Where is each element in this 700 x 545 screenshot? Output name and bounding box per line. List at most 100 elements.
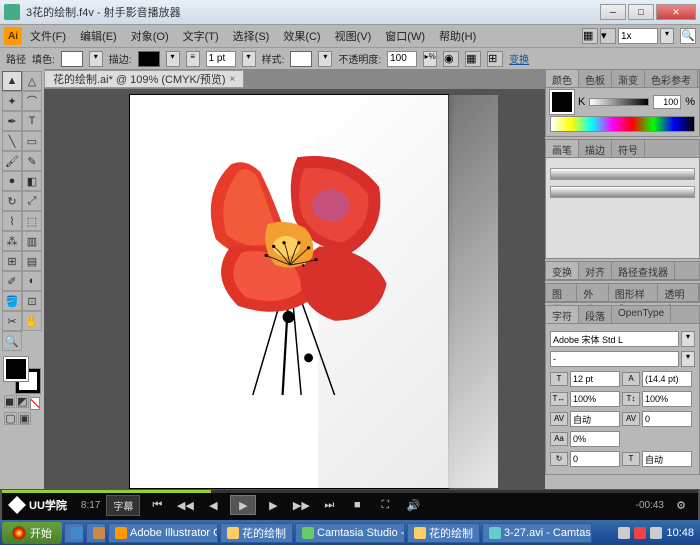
fill-dropdown[interactable]: ▾ — [89, 51, 103, 67]
close-button[interactable]: ✕ — [656, 4, 696, 20]
font-style-input[interactable] — [550, 351, 679, 367]
stroke-weight-input[interactable] — [206, 51, 236, 67]
magic-wand-tool[interactable]: ✦ — [2, 91, 22, 111]
fill-color-swatch[interactable] — [4, 357, 28, 381]
color-mode-icon[interactable]: ◼ — [4, 395, 15, 408]
rewind-button[interactable]: ◀◀ — [174, 496, 196, 514]
tab-transform[interactable]: 变换 — [546, 262, 579, 279]
hscale-input[interactable] — [570, 391, 620, 407]
kerning-input[interactable] — [570, 411, 620, 427]
font-family-input[interactable] — [550, 331, 679, 347]
blob-brush-tool[interactable]: ● — [2, 171, 22, 191]
fullscreen-button[interactable]: ⛶ — [374, 496, 396, 514]
progress-track[interactable] — [2, 490, 698, 493]
tab-opentype[interactable]: OpenType — [612, 306, 671, 323]
tab-color[interactable]: 颜色 — [546, 70, 579, 87]
slice-tool[interactable]: ✂ — [2, 311, 22, 331]
k-slider[interactable] — [589, 98, 649, 106]
free-transform-tool[interactable]: ⬚ — [22, 211, 42, 231]
full-screen-icon[interactable]: ▣ — [18, 412, 31, 425]
symbol-sprayer-tool[interactable]: ⁂ — [2, 231, 22, 251]
style-dropdown2[interactable]: ▾ — [681, 351, 695, 367]
hand-tool[interactable]: ✋ — [22, 311, 42, 331]
rectangle-tool[interactable]: ▭ — [22, 131, 42, 151]
paintbrush-tool[interactable]: 🖌 — [2, 151, 22, 171]
next-button[interactable]: ⏭ — [318, 496, 340, 514]
none-mode-icon[interactable] — [30, 397, 40, 410]
type-tool[interactable]: T — [22, 111, 42, 131]
mesh-tool[interactable]: ⊞ — [2, 251, 22, 271]
k-value-input[interactable] — [653, 95, 681, 109]
play-button[interactable]: ▶ — [230, 495, 256, 515]
gradient-tool[interactable]: ▤ — [22, 251, 42, 271]
tray-icon-3[interactable] — [650, 527, 662, 539]
tab-layers[interactable]: 图层 — [546, 284, 577, 301]
tab-graphic-styles[interactable]: 图形样式 — [609, 284, 659, 301]
menu-file[interactable]: 文件(F) — [24, 26, 72, 46]
taskbar-item-folder1[interactable]: 花的绘制 — [220, 523, 293, 543]
style-swatch[interactable] — [290, 51, 312, 67]
baseline-input[interactable] — [570, 431, 620, 447]
style-dropdown[interactable]: ▾ — [318, 51, 332, 67]
menu-edit[interactable]: 编辑(E) — [74, 26, 123, 46]
tab-symbol[interactable]: 符号 — [612, 140, 645, 157]
crop-tool[interactable]: ⊡ — [22, 291, 42, 311]
rotate-tool[interactable]: ↻ — [2, 191, 22, 211]
close-tab-icon[interactable]: × — [230, 74, 236, 85]
subtitle-button[interactable]: 字幕 — [106, 495, 140, 516]
vscale-input[interactable] — [642, 391, 692, 407]
bridge-icon[interactable]: ▦ — [582, 28, 598, 44]
brush-preview-2[interactable] — [550, 186, 695, 198]
tracking-input[interactable] — [642, 411, 692, 427]
canvas-area[interactable]: 花的绘制.ai* @ 109% (CMYK/预览) × — [44, 69, 545, 489]
maximize-button[interactable]: □ — [628, 4, 654, 20]
recolor-icon[interactable]: ◉ — [443, 51, 459, 67]
line-tool[interactable]: ╲ — [2, 131, 22, 151]
rotation-input[interactable] — [570, 451, 620, 467]
leading-input[interactable] — [642, 371, 692, 387]
weight-dd-r[interactable]: ▾ — [242, 51, 256, 67]
scale-tool[interactable]: ⤢ — [22, 191, 42, 211]
live-paint-tool[interactable]: 🪣 — [2, 291, 22, 311]
taskbar-item-folder2[interactable]: 花的绘制 — [407, 523, 480, 543]
document-tab[interactable]: 花的绘制.ai* @ 109% (CMYK/预览) × — [44, 70, 244, 88]
font-size-input[interactable] — [570, 371, 620, 387]
zoom-level-input[interactable] — [618, 28, 658, 44]
menu-view[interactable]: 视图(V) — [329, 26, 378, 46]
blend-tool[interactable]: ◐ — [22, 271, 42, 291]
zoom-tool[interactable]: 🔍 — [2, 331, 22, 351]
tab-gradient[interactable]: 渐变 — [612, 70, 645, 87]
gradient-mode-icon[interactable]: ◩ — [16, 395, 28, 408]
stop-button[interactable]: ■ — [346, 496, 368, 514]
menu-object[interactable]: 对象(O) — [125, 26, 175, 46]
stroke-dropdown[interactable]: ▾ — [166, 51, 180, 67]
selection-tool[interactable]: ▲ — [2, 71, 22, 91]
minimize-button[interactable]: ─ — [600, 4, 626, 20]
menu-type[interactable]: 文字(T) — [177, 26, 225, 46]
menu-help[interactable]: 帮助(H) — [433, 26, 482, 46]
spectrum-bar[interactable] — [550, 116, 695, 132]
step-back-button[interactable]: ◀ — [202, 496, 224, 514]
arrange-icon[interactable]: ▾ — [600, 28, 616, 44]
artboard[interactable] — [129, 94, 449, 489]
menu-effect[interactable]: 效果(C) — [277, 26, 326, 46]
distribute-icon[interactable]: ⊞ — [487, 51, 503, 67]
tab-appearance[interactable]: 外观 — [577, 284, 608, 301]
fill-swatch[interactable] — [61, 51, 83, 67]
tab-swatches[interactable]: 色板 — [579, 70, 612, 87]
volume-icon[interactable]: 🔊 — [402, 496, 424, 514]
normal-screen-icon[interactable]: ▢ — [4, 412, 17, 425]
settings-icon[interactable]: ⚙ — [670, 496, 692, 514]
weight-dd-l[interactable]: ≡ — [186, 51, 200, 67]
taskbar-item-avi[interactable]: 3-27.avi - Camtasia... — [482, 523, 592, 543]
font-dropdown[interactable]: ▾ — [681, 331, 695, 347]
pencil-tool[interactable]: ✎ — [22, 151, 42, 171]
quicklaunch-2[interactable] — [86, 523, 106, 543]
ffwd-button[interactable]: ▶▶ — [290, 496, 312, 514]
menu-window[interactable]: 窗口(W) — [379, 26, 431, 46]
taskbar-item-camtasia[interactable]: Camtasia Studio - Unti... — [295, 523, 405, 543]
graph-tool[interactable]: ▥ — [22, 231, 42, 251]
stroke-swatch[interactable] — [138, 51, 160, 67]
search-icon[interactable]: 🔍 — [680, 28, 696, 44]
transform-link[interactable]: 变换 — [509, 51, 529, 66]
